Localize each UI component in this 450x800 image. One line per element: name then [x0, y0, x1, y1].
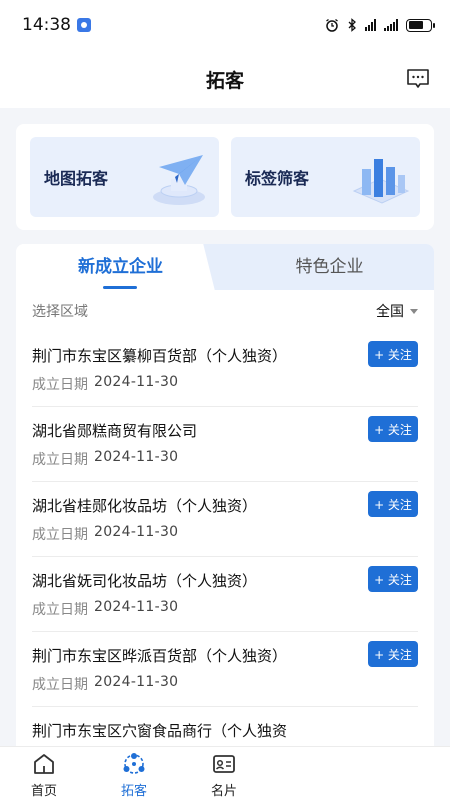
- company-name: 湖北省妩司化妆品坊（个人独资）: [32, 572, 258, 590]
- company-name: 荆门市东宝区纂柳百货部（个人独资）: [32, 347, 288, 365]
- date-label: 成立日期: [32, 452, 88, 468]
- list-item[interactable]: 湖北省妩司化妆品坊（个人独资） 成立日期 2024-11-30 + 关注: [32, 557, 418, 632]
- bottom-nav: 首页 拓客 名片: [0, 746, 450, 800]
- bluetooth-icon: [348, 18, 356, 32]
- id-card-icon: [213, 755, 235, 773]
- company-list-card: 新成立企业 特色企业 选择区域 全国 荆门市东宝区纂柳百货部（个人独资） 成立日…: [16, 244, 434, 764]
- follow-button[interactable]: + 关注: [368, 341, 418, 367]
- follow-button[interactable]: + 关注: [368, 566, 418, 592]
- tab-label: 特色企业: [295, 257, 364, 277]
- tag-filter-button[interactable]: 标签筛客: [231, 137, 420, 217]
- established-date: 2024-11-30: [94, 674, 179, 690]
- quick-action-label: 标签筛客: [245, 169, 310, 188]
- page-title: 拓客: [205, 69, 244, 92]
- paper-plane-icon: [153, 155, 205, 205]
- follow-button[interactable]: + 关注: [368, 491, 418, 517]
- established-date: 2024-11-30: [94, 599, 179, 615]
- quick-action-label: 地图拓客: [44, 169, 109, 188]
- established-date: 2024-11-30: [94, 449, 179, 465]
- alarm-icon: [326, 18, 338, 32]
- nav-item-home[interactable]: 首页: [14, 751, 74, 799]
- follow-button[interactable]: + 关注: [368, 641, 418, 667]
- list-item[interactable]: 湖北省桂郧化妆品坊（个人独资） 成立日期 2024-11-30 + 关注: [32, 482, 418, 557]
- region-filter: 选择区域 全国: [16, 290, 434, 332]
- signal-icon: [384, 19, 398, 31]
- company-list: 荆门市东宝区纂柳百货部（个人独资） 成立日期 2024-11-30 + 关注 湖…: [16, 332, 434, 764]
- network-icon: [123, 753, 145, 774]
- nav-item-card[interactable]: 名片: [194, 751, 254, 799]
- company-name: 荆门市东宝区晔派百货部（个人独资）: [32, 647, 288, 665]
- message-icon[interactable]: [406, 68, 430, 90]
- date-label: 成立日期: [32, 527, 88, 543]
- date-label: 成立日期: [32, 677, 88, 693]
- region-select[interactable]: 全国: [376, 301, 418, 321]
- region-value: 全国: [376, 304, 404, 320]
- header: 拓客: [0, 50, 450, 108]
- nav-label: 拓客: [120, 784, 147, 799]
- date-label: 成立日期: [32, 377, 88, 393]
- nav-label: 名片: [210, 784, 237, 799]
- date-label: 成立日期: [32, 602, 88, 618]
- tab-featured-companies[interactable]: 特色企业: [225, 244, 434, 290]
- established-date: 2024-11-30: [94, 524, 179, 540]
- battery-icon: [406, 18, 435, 32]
- region-filter-label: 选择区域: [32, 304, 88, 320]
- company-name: 湖北省郧糕商贸有限公司: [32, 422, 198, 440]
- map-prospect-button[interactable]: 地图拓客: [30, 137, 219, 217]
- bar-chart-icon: [352, 159, 410, 204]
- nav-item-prospect[interactable]: 拓客: [104, 751, 164, 799]
- home-icon: [34, 754, 54, 774]
- list-item[interactable]: 湖北省郧糕商贸有限公司 成立日期 2024-11-30 + 关注: [32, 407, 418, 482]
- status-time: 14:38: [22, 15, 71, 35]
- established-date: 2024-11-30: [94, 374, 179, 390]
- list-item[interactable]: 荆门市东宝区晔派百货部（个人独资） 成立日期 2024-11-30 + 关注: [32, 632, 418, 707]
- list-item[interactable]: 荆门市东宝区纂柳百货部（个人独资） 成立日期 2024-11-30 + 关注: [32, 332, 418, 407]
- signal-icon: [365, 19, 376, 31]
- app-notification-icon: [77, 18, 91, 32]
- tabs: 新成立企业 特色企业: [16, 244, 434, 290]
- quick-actions-card: 地图拓客 标签筛客: [16, 124, 434, 230]
- follow-button[interactable]: + 关注: [368, 416, 418, 442]
- tab-new-companies[interactable]: 新成立企业: [16, 244, 225, 290]
- tab-underline: [103, 286, 137, 289]
- company-name: 湖北省桂郧化妆品坊（个人独资）: [32, 497, 258, 515]
- nav-label: 首页: [30, 784, 57, 799]
- status-bar: 14:38: [0, 0, 450, 50]
- caret-down-icon: [410, 308, 418, 314]
